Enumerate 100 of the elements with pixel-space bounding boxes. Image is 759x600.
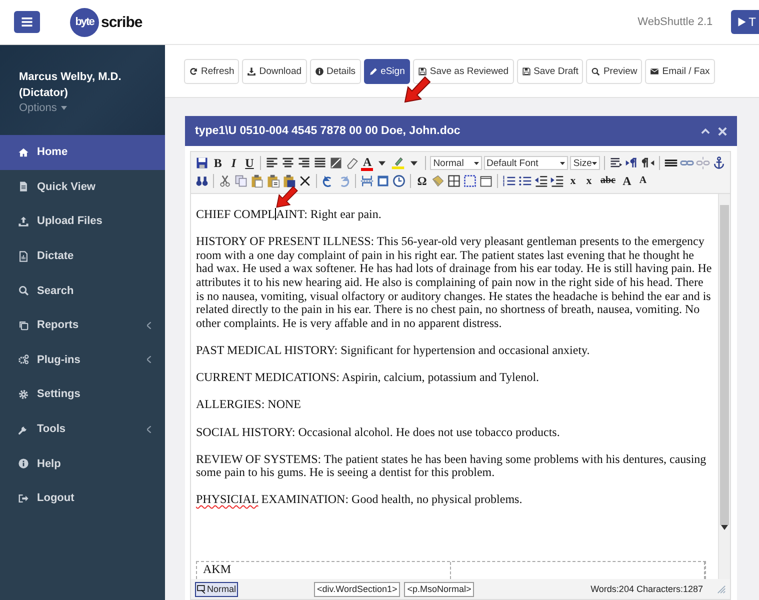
subscript-button[interactable]: x <box>582 174 596 188</box>
dropdown[interactable]: Default Font <box>484 156 568 170</box>
caret-down-icon <box>560 162 566 164</box>
clipboard-text-icon[interactable] <box>266 174 280 188</box>
download-button[interactable]: Download <box>242 59 307 84</box>
numbered-list-icon[interactable] <box>502 174 516 188</box>
save-as-reviewed-button[interactable]: Save as Reviewed <box>412 59 514 84</box>
element-path-button[interactable]: <p.MsoNormal> <box>404 582 474 596</box>
underline-button[interactable]: U <box>242 156 256 170</box>
shrink-font-button[interactable]: A <box>636 174 650 188</box>
preview-button[interactable]: Preview <box>586 59 642 84</box>
eraser-icon[interactable] <box>345 156 360 170</box>
paragraph-rtl-icon[interactable] <box>641 156 656 170</box>
play-icon <box>736 17 747 27</box>
strikethrough-button[interactable]: abc <box>598 174 618 188</box>
frame-icon[interactable] <box>329 156 344 170</box>
resize-grip-icon[interactable] <box>717 584 726 594</box>
menu-button[interactable] <box>14 11 40 33</box>
email-fax-button[interactable]: Email / Fax <box>645 59 715 84</box>
bulleted-list-icon[interactable] <box>518 174 532 188</box>
dropdown[interactable]: Normal <box>430 156 482 170</box>
user-name: Marcus Welby, M.D. <box>19 70 122 85</box>
paragraph: ALLERGIES: NONE <box>196 398 302 412</box>
copy-icon <box>18 320 29 331</box>
save-icon[interactable] <box>195 156 209 170</box>
arrow-annotation <box>403 74 432 104</box>
justify-icon[interactable] <box>313 156 328 170</box>
nav-item[interactable]: Settings <box>0 377 165 412</box>
nav-item[interactable]: Dictate <box>0 238 165 274</box>
document-title: type1\U 0510-004 4545 7878 00 00 Doe, John.doc <box>195 125 462 137</box>
nav-item[interactable]: Reports <box>0 308 165 343</box>
clock-icon[interactable] <box>392 174 406 188</box>
paragraph: SOCIAL HISTORY: Occasional alcohol. He does not use tobacco products. <box>196 426 561 440</box>
gears-icon <box>18 354 29 366</box>
superscript-button[interactable]: x <box>566 174 580 188</box>
text-direction-icon[interactable] <box>609 156 624 170</box>
paragraph: PHYSICIAL EXAMINATION: Good health, no physical problems. <box>196 493 524 508</box>
envelope-icon <box>650 67 660 76</box>
refresh-button[interactable]: Refresh <box>184 59 240 84</box>
search-icon <box>18 285 29 296</box>
scrollbar[interactable] <box>718 194 730 579</box>
outdent-icon[interactable] <box>534 174 548 188</box>
bold-button[interactable]: B <box>211 156 225 170</box>
indent-icon[interactable] <box>550 174 564 188</box>
grow-font-button[interactable]: A <box>620 174 634 188</box>
home-icon <box>18 146 29 158</box>
paragraph-ltr-icon[interactable] <box>625 156 640 170</box>
delete-icon[interactable] <box>298 174 312 188</box>
binoculars-icon[interactable] <box>195 174 209 188</box>
search-icon <box>591 67 600 76</box>
info-icon <box>314 67 324 76</box>
settings-icon <box>18 388 29 400</box>
anchor-icon[interactable] <box>712 156 726 170</box>
copy-icon[interactable] <box>234 174 248 188</box>
nav-item[interactable]: Help <box>0 446 165 481</box>
align-right-icon[interactable] <box>297 156 312 170</box>
paragraph: CURRENT MEDICATIONS: Aspirin, calcium, potassium and Tylenol. <box>196 371 540 385</box>
nav-item[interactable]: Plug-ins <box>0 342 165 378</box>
save-draft-button[interactable]: Save Draft <box>516 59 584 84</box>
collapse-icon[interactable] <box>701 126 710 136</box>
play-button[interactable]: T <box>730 10 759 34</box>
close-icon[interactable] <box>718 126 727 136</box>
calendar-icon[interactable] <box>376 174 390 188</box>
pencil-icon <box>368 67 378 76</box>
nav-item[interactable]: Tools <box>0 412 165 446</box>
word-count: Words:204 Characters:1287 <box>590 584 703 594</box>
scissors-icon[interactable] <box>218 174 232 188</box>
paragraph: PAST MEDICAL HISTORY: Significant for hypertension and occasional anxiety. <box>196 344 591 358</box>
element-path-button[interactable]: <div.WordSection1> <box>314 582 400 596</box>
nav-item[interactable]: Home <box>0 135 165 170</box>
wrench-icon <box>18 424 29 435</box>
italic-button[interactable]: I <box>226 156 241 170</box>
nav-item[interactable]: Logout <box>0 480 165 516</box>
nav-item[interactable]: Search <box>0 273 165 308</box>
nav-item[interactable]: Upload Files <box>0 204 165 239</box>
esign-button[interactable]: eSign <box>364 59 410 84</box>
clipboard-word-icon[interactable] <box>282 174 296 188</box>
paragraph: CHIEF COMPLAINT: Right ear pain. <box>196 208 382 222</box>
highlighter-icon[interactable] <box>391 156 406 170</box>
align-left-icon[interactable] <box>265 156 280 170</box>
nav-item[interactable]: Quick View <box>0 170 165 204</box>
edit-mode-icon <box>197 584 206 594</box>
app-version: WebShuttle 2.1 <box>638 16 713 28</box>
special-character-button[interactable]: Ω <box>415 174 429 188</box>
dropdown[interactable]: Size <box>570 156 600 170</box>
align-center-icon[interactable] <box>281 156 296 170</box>
normal-mode-button[interactable]: Normal <box>195 582 238 596</box>
page-break-icon[interactable] <box>360 174 374 188</box>
menu-icon <box>21 16 33 28</box>
details-button[interactable]: Details <box>310 59 361 84</box>
audio-file-icon <box>18 250 29 262</box>
clipboard-icon[interactable] <box>250 174 264 188</box>
div-container-icon[interactable] <box>463 174 477 188</box>
logo: byte scribe <box>70 7 142 37</box>
paragraph: HISTORY OF PRESENT ILLNESS: This 56-year-old very pleasant gentleman presents to the emergency room with a one day complaint of pain in his right ear. The patient states last evening that he thought he had wax. He used a wax softener. He has had lots of drainage from his ear today. He is still having pain. He attributes it to his new hearing aid. He also is complaining of pain now in the right side of his head. There is no nausea, vomiting, visual olfactory or auditory changes. He states the headache is behind the ear and is related directly to the pain in his ear. There is no chest pain, no shortness of breath, nausea, vomiting. No other complaints. He is very affable and in no apparent distress. <box>196 235 712 330</box>
options-dropdown[interactable]: Options <box>19 101 67 115</box>
font-color-button[interactable]: A <box>361 156 374 170</box>
info-icon <box>18 458 29 470</box>
iframe-icon[interactable] <box>479 174 493 188</box>
table-icon[interactable] <box>447 174 461 188</box>
